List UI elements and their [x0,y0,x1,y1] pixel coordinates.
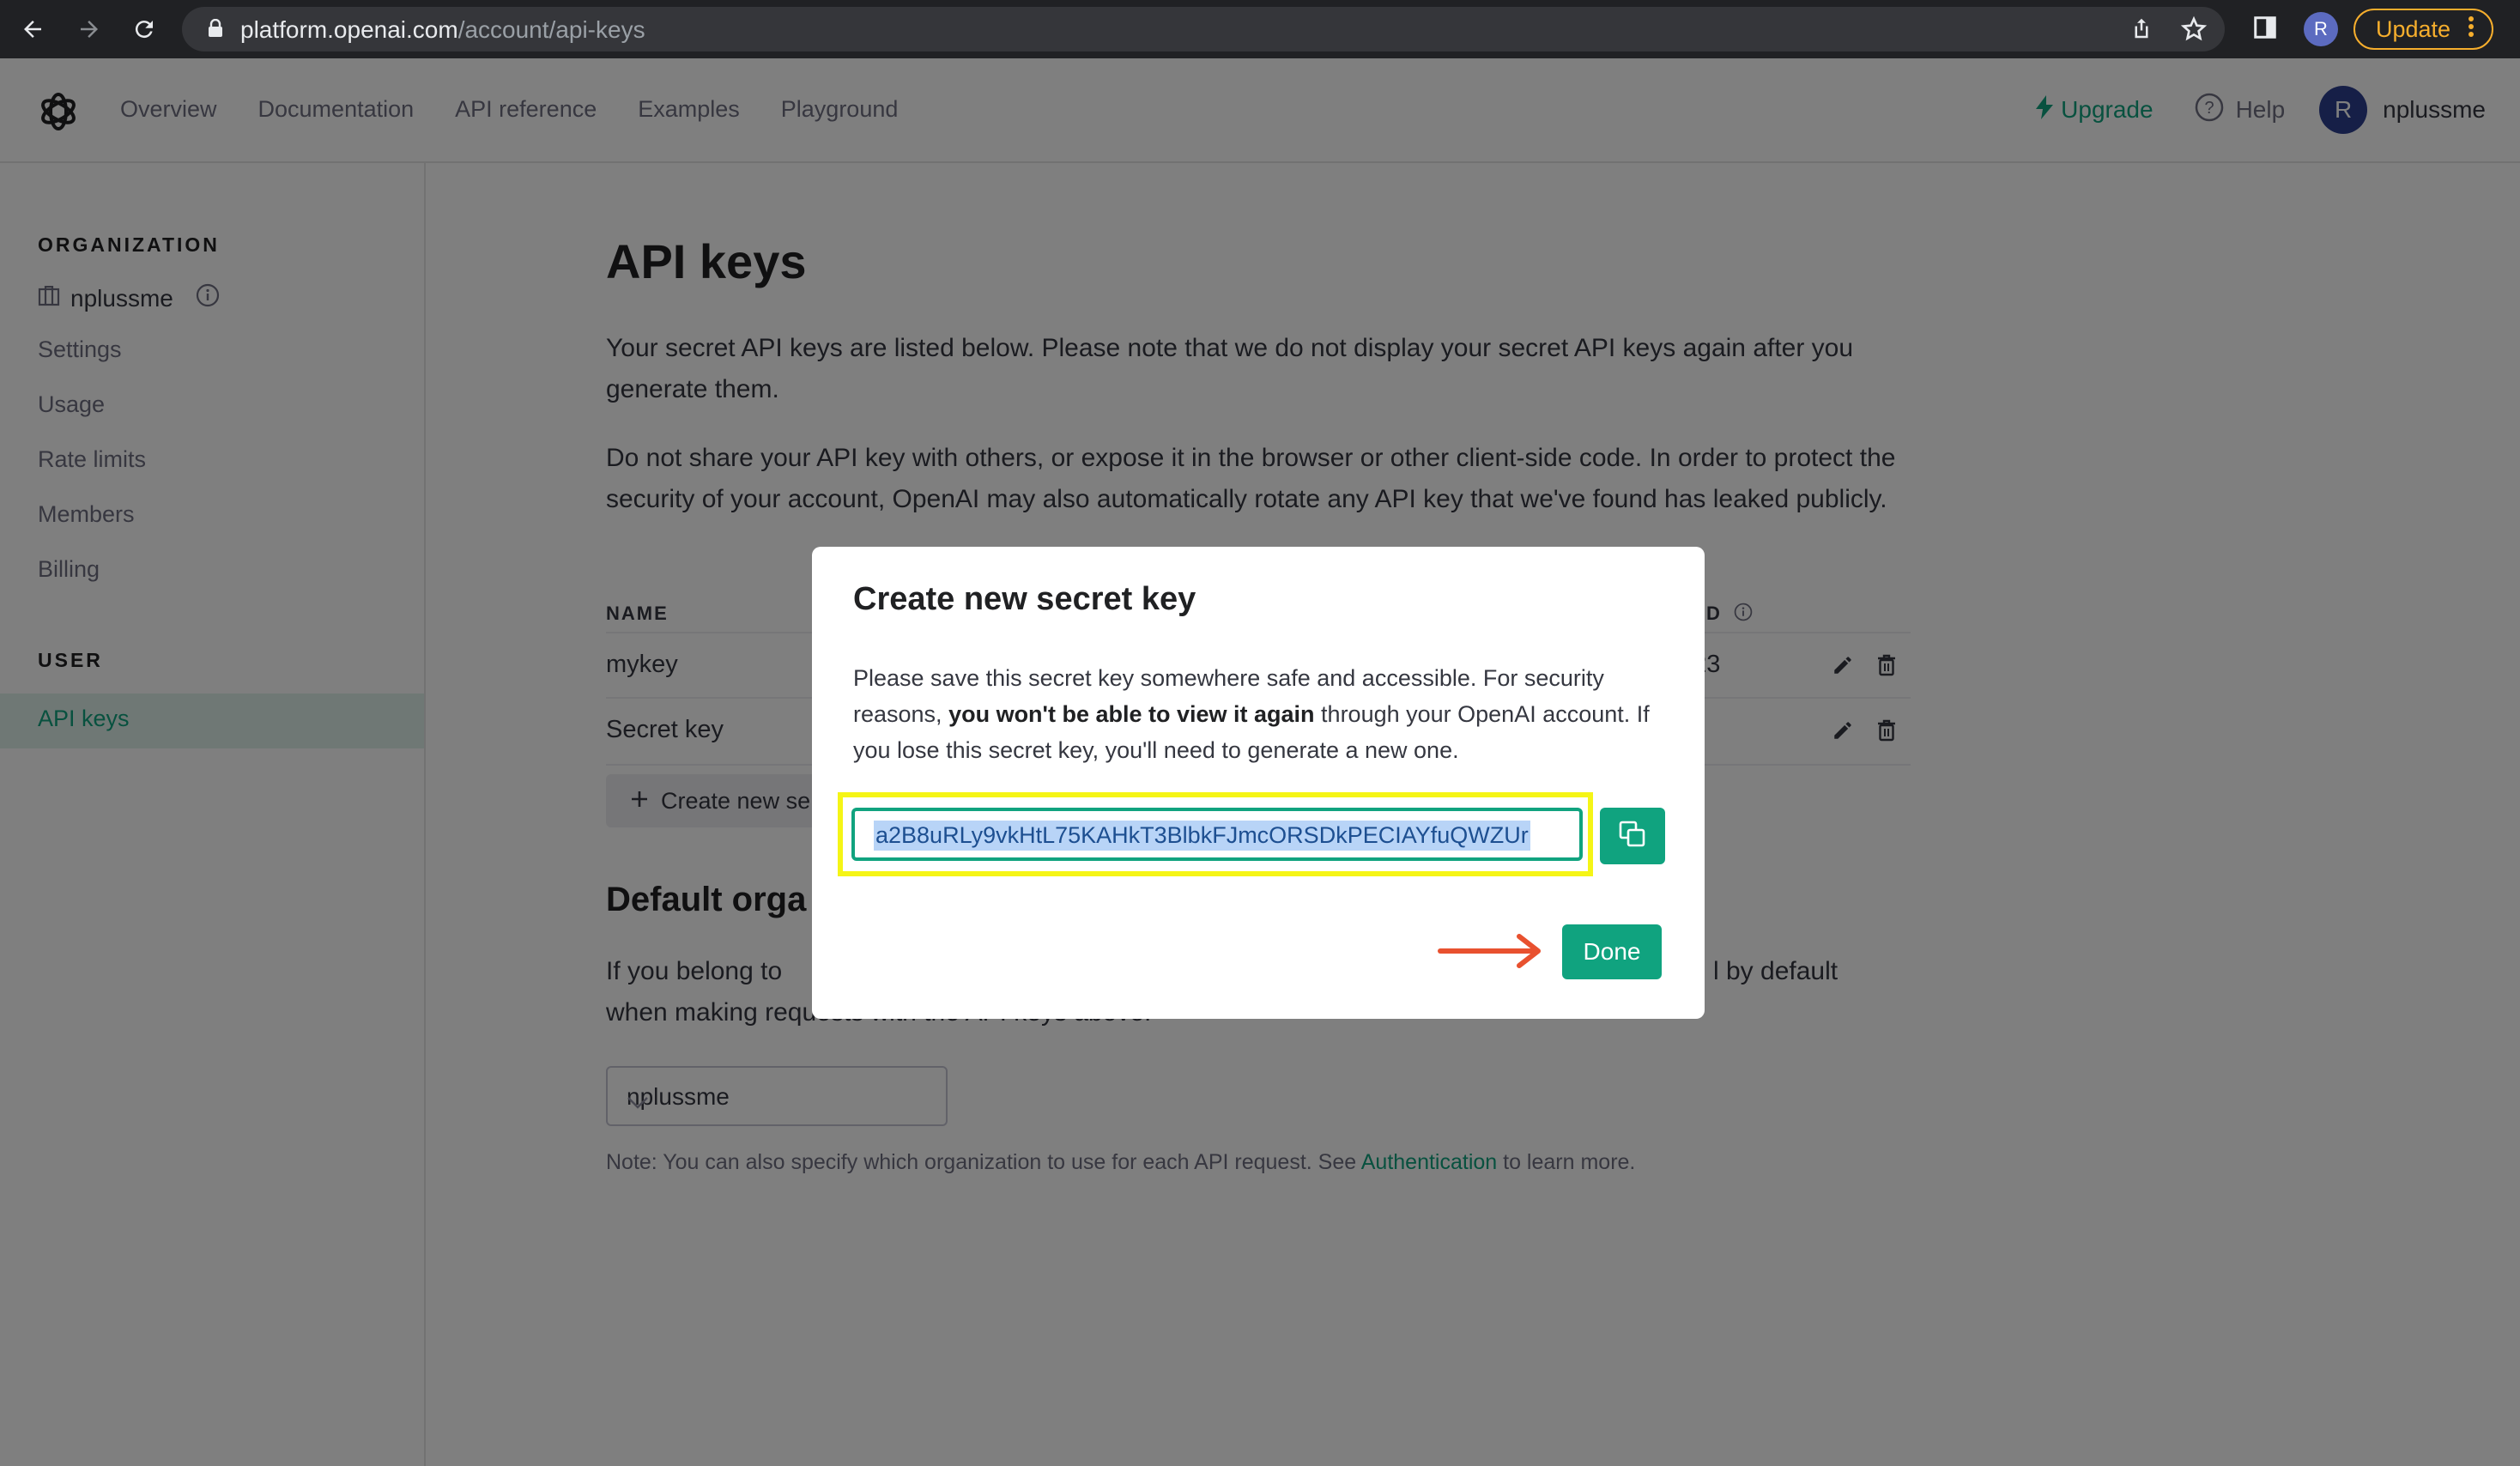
secret-key-field[interactable]: a2B8uRLy9vkHtL75KAHkT3BlbkFJmcORSDkPECIA… [851,808,1583,861]
share-icon[interactable] [2129,15,2154,47]
dialog-title: Create new secret key [853,581,1196,617]
url-text: platform.openai.com/account/api-keys [240,16,645,43]
reload-icon[interactable] [127,12,161,46]
side-panel-icon[interactable] [2252,15,2278,45]
dialog-message-bold: you won't be able to view it again [948,701,1315,727]
done-button[interactable]: Done [1562,924,1662,979]
lock-icon [208,18,223,42]
create-secret-key-dialog: Create new secret key Please save this s… [812,547,1705,1019]
forward-icon[interactable] [72,12,106,46]
browser-profile-avatar[interactable]: R [2304,12,2338,46]
more-vertical-icon [2468,15,2475,44]
arrow-annotation-icon [1437,931,1547,975]
bookmark-star-icon[interactable] [2180,15,2208,47]
update-button[interactable]: Update [2353,9,2494,50]
copy-button[interactable] [1600,808,1665,864]
update-label: Update [2376,15,2451,42]
copy-icon [1618,820,1647,853]
dialog-message: Please save this secret key somewhere sa… [853,660,1669,768]
address-bar[interactable]: platform.openai.com/account/api-keys [182,7,2225,51]
back-icon[interactable] [15,12,50,46]
secret-key-value: a2B8uRLy9vkHtL75KAHkT3BlbkFJmcORSDkPECIA… [874,821,1530,851]
browser-toolbar: platform.openai.com/account/api-keys R U… [0,0,2520,58]
